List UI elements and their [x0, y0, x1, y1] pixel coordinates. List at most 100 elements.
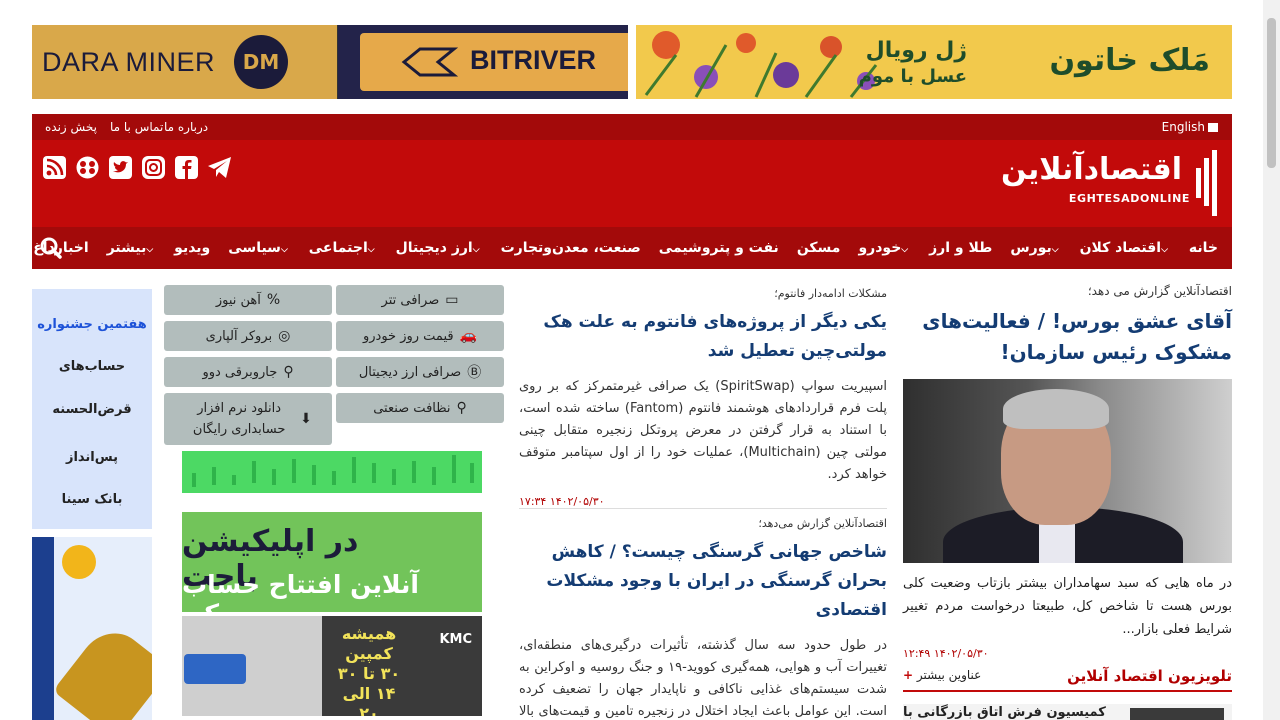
lead-title[interactable]: آقای عشق بورس! / فعالیت‌های مشکوک رئیس س… [903, 306, 1232, 368]
malek-line2: عسل با موم [858, 66, 967, 87]
cleaning-label: نظافت صنعتی [373, 400, 451, 416]
lead-summary: در ماه هایی که سبد سهامداران بیشتر بازتا… [903, 576, 1232, 637]
dara-miner-banner[interactable]: DARA MINER DM BITRIVER [32, 25, 628, 99]
tv-section-header: تلویزیون اقتصاد آنلاین + عناوین بیشتر [903, 664, 1232, 692]
crypto-exchange-label: صرافی ارز دیجیتال [358, 364, 462, 380]
nav-item[interactable]: ارز دیجیتال⌵ [396, 240, 483, 256]
nav-item[interactable]: بورس⌵ [1010, 240, 1061, 256]
vacuum-button[interactable]: ⚲ جاروبرقی دوو [164, 357, 332, 387]
car-price-label: قیمت روز خودرو [362, 328, 454, 344]
vacuum-label: جاروبرقی دوو [202, 364, 278, 380]
nav-list: خانه اقتصاد کلان⌵ بورس⌵ طلا و ارز خودرو⌵ مسکن… [33, 227, 1218, 269]
bitriver-text: BITRIVER [470, 45, 597, 75]
news-kicker: مشکلات ادامه‌دار فانتوم؛ [774, 287, 887, 300]
about-link[interactable]: درباره ما [164, 120, 208, 134]
top-bar: English درباره ما تماس با ما پخش زنده [32, 114, 1232, 140]
tv-more-link[interactable]: + عناوین بیشتر [903, 668, 981, 682]
nav-item-label: اقتصاد کلان [1079, 240, 1162, 256]
flowers-illustration [644, 31, 878, 98]
accounting-download-button[interactable]: ⬇ دانلود نرم افزار حسابداری رایگان [164, 393, 332, 445]
nav-item[interactable]: نفت و پتروشیمی [659, 240, 779, 256]
tv-item-title: کمیسیون فرش اتاق بازرگانی با چه [903, 705, 1106, 720]
nav-item[interactable]: خانه [1189, 240, 1218, 256]
nav-item-label: سیاسی [228, 240, 281, 256]
tv-item[interactable]: کمیسیون فرش اتاق بازرگانی با چه [903, 704, 1232, 720]
broker-button[interactable]: ◎ بروکر آلپاری [164, 321, 332, 351]
nav-item[interactable]: ویدیو [174, 240, 210, 256]
tv-more-label: عناوین بیشتر [916, 668, 982, 682]
tv-item-thumbnail [1130, 708, 1224, 720]
chart-ad-banner[interactable] [182, 451, 482, 493]
ad-stripe [32, 537, 54, 720]
malek-khatoon-banner[interactable]: ژل رویال عسل با موم مَلک خاتون [636, 25, 1232, 99]
festival-ad[interactable]: هفتمین جشنواره حساب‌های قرض‌الحسنه پس‌ان… [32, 289, 152, 529]
news-item: اقتصادآنلاین گزارش می‌دهد؛ شاخص جهانی گر… [519, 517, 887, 720]
bitcoin-icon: Ⓑ [467, 365, 482, 381]
live-link[interactable]: پخش زنده [45, 120, 97, 134]
festival-line: حساب‌های [58, 359, 126, 374]
pen-nib-illustration [52, 619, 152, 720]
contact-link[interactable]: تماس با ما [110, 120, 163, 134]
news-timestamp: ۱۷:۳۴ ۱۴۰۲/۰۵/۳۰ [519, 495, 605, 508]
baje-ad-banner[interactable]: در اپلیکیشن باجت آنلاین افتتاح حساب کن [182, 512, 482, 628]
tether-exchange-button[interactable]: ▭ صرافی تتر [336, 285, 504, 315]
nav-item[interactable]: بیشتر⌵ [107, 240, 156, 256]
km-text-date: ۱۴ الی ۲۰ [342, 684, 396, 716]
dara-miner-logo-icon: DM [234, 35, 288, 89]
telegram-icon[interactable] [207, 155, 232, 180]
car-price-button[interactable]: 🚗 قیمت روز خودرو [336, 321, 504, 351]
dara-miner-panel: DARA MINER DM [32, 25, 338, 99]
nav-item-label: اخبارداغ [33, 240, 89, 256]
km-ad-banner[interactable]: همیشه کمپین ۳۰ تا ۳۰ ۱۴ الی ۲۰ KMC [182, 616, 482, 716]
ahan-news-button[interactable]: % آهن نیوز [164, 285, 332, 315]
lead-image[interactable] [903, 379, 1232, 563]
tv-title[interactable]: تلویزیون اقتصاد آنلاین [1067, 667, 1232, 685]
bitriver-panel: BITRIVER [360, 33, 628, 91]
vertical-scrollbar[interactable] [1263, 0, 1280, 720]
nav-item-label: خانه [1188, 240, 1218, 256]
candlestick-illustration [192, 455, 474, 487]
scrollbar-thumb[interactable] [1267, 18, 1276, 168]
nav-item[interactable]: اجتماعی⌵ [309, 240, 378, 256]
malek-line1: ژل رویال [865, 38, 967, 63]
facebook-icon[interactable] [174, 155, 199, 180]
aparat-icon[interactable] [75, 155, 100, 180]
pen-ad-banner[interactable] [32, 537, 152, 720]
cleaning-button[interactable]: ⚲ نظافت صنعتی [336, 393, 504, 423]
nav-item[interactable]: خودرو⌵ [858, 240, 911, 256]
nav-item-label: اجتماعی [308, 240, 368, 256]
nav-item-label: طلا و ارز [929, 240, 993, 256]
nav-item-label: بورس [1010, 240, 1052, 256]
km-text: همیشه کمپین ۳۰ تا ۳۰ ۱۴ الی ۲۰ [334, 624, 404, 716]
logo-en-text: EGHTESADONLINE [1068, 192, 1190, 205]
instagram-icon[interactable] [141, 155, 166, 180]
nav-item[interactable]: سیاسی⌵ [228, 240, 291, 256]
chevron-down-icon: ⌵ [1161, 245, 1168, 255]
news-title[interactable]: یکی دیگر از پروژه‌های فانتوم به علت هک م… [519, 308, 887, 366]
lead-story: اقتصادآنلاین گزارش می دهد؛ آقای عشق بورس… [903, 284, 1232, 660]
nav-item-label: مسکن [796, 240, 841, 256]
twitter-icon[interactable] [108, 155, 133, 180]
nav-item-label: صنعت، معدن‌وتجارت [500, 240, 641, 256]
divider [519, 508, 887, 509]
coin-icon: ◎ [278, 328, 291, 344]
english-link[interactable]: English [1162, 120, 1218, 134]
vacuum-icon: ⚲ [283, 364, 294, 380]
festival-line: پس‌انداز [65, 450, 119, 465]
lead-timestamp: ۱۲:۴۹ ۱۴۰۲/۰۵/۳۰ [903, 647, 989, 660]
chevron-down-icon: ⌵ [472, 245, 480, 255]
km-text-main: همیشه کمپین ۳۰ تا ۳۰ [337, 624, 401, 683]
rss-icon[interactable] [42, 155, 67, 180]
nav-item[interactable]: اخبارداغ [33, 240, 88, 256]
nav-item[interactable]: اقتصاد کلان⌵ [1080, 240, 1171, 256]
download-icon: ⬇ [300, 410, 312, 427]
malek-brand: مَلک خاتون [1049, 43, 1210, 78]
site-logo[interactable]: اقتصادآنلاین EGHTESADONLINE [1001, 150, 1220, 220]
crypto-exchange-button[interactable]: Ⓑ صرافی ارز دیجیتال [336, 357, 504, 387]
nav-item[interactable]: طلا و ارز [929, 240, 992, 256]
nav-item[interactable]: صنعت، معدن‌وتجارت [501, 240, 641, 256]
news-title[interactable]: شاخص جهانی گرسنگی چیست؟ / کاهش بحران گرس… [519, 538, 887, 625]
chevron-down-icon: ⌵ [367, 245, 375, 255]
news-summary: در طول حدود سه سال گذشته، تأثیرات درگیری… [519, 638, 888, 719]
nav-item[interactable]: مسکن [797, 240, 841, 256]
